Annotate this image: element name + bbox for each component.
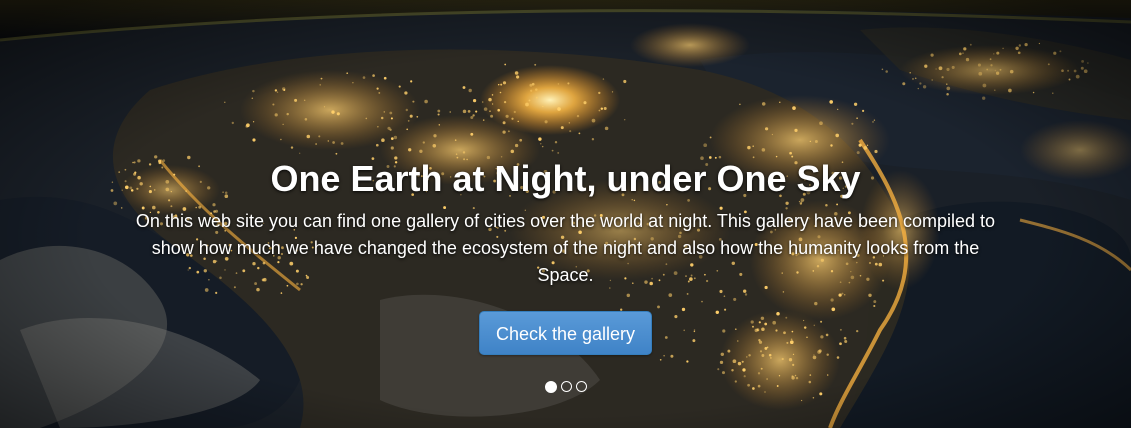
carousel-caption: One Earth at Night, under One Sky On thi… <box>0 156 1131 355</box>
hero-carousel: One Earth at Night, under One Sky On thi… <box>0 0 1131 428</box>
hero-title: One Earth at Night, under One Sky <box>270 158 861 199</box>
check-gallery-button[interactable]: Check the gallery <box>478 311 653 355</box>
carousel-indicators <box>0 381 1131 393</box>
hero-description: On this web site you can find one galler… <box>135 211 996 285</box>
carousel-indicator-3[interactable] <box>575 381 587 392</box>
carousel-indicator-1[interactable] <box>544 381 557 393</box>
carousel-indicator-2[interactable] <box>560 381 572 392</box>
